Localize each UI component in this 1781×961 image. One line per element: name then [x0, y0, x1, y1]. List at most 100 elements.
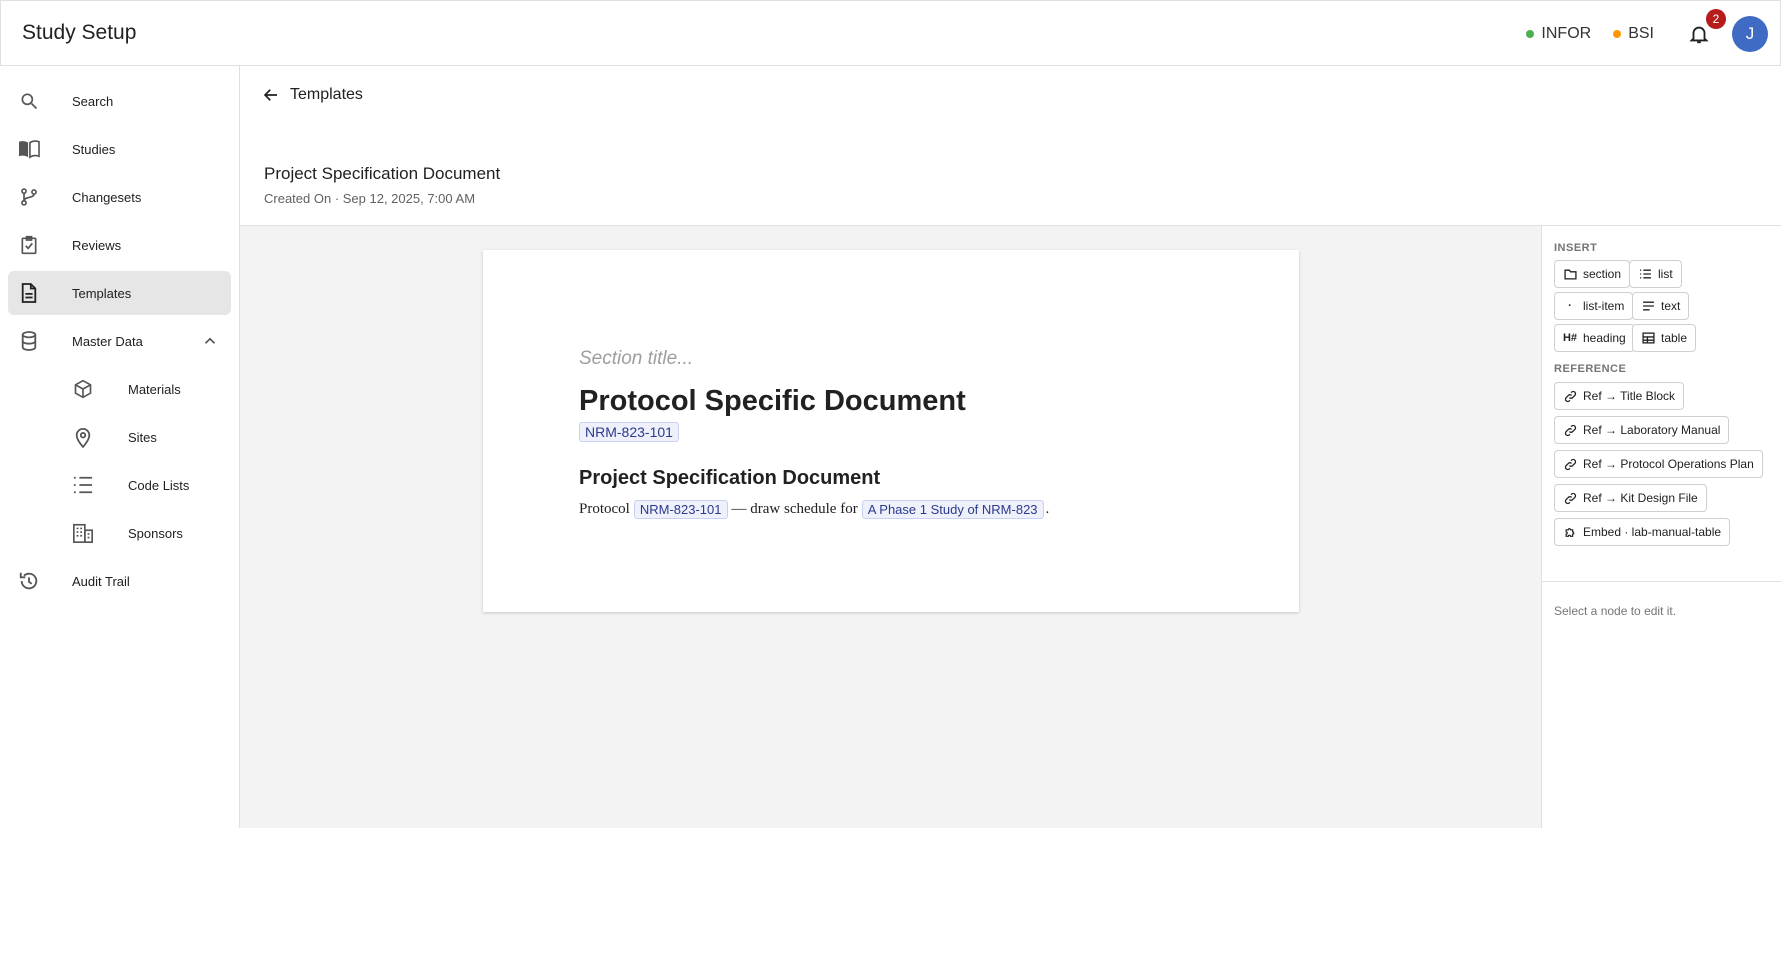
paragraph-text: . [1045, 501, 1050, 517]
back-link-label: Templates [290, 86, 363, 103]
list-icon [72, 474, 94, 496]
sidebar-item-search[interactable]: Search [8, 79, 231, 123]
bell-icon [1689, 26, 1709, 44]
insert-heading-button[interactable]: H# heading [1554, 324, 1635, 352]
back-to-templates-link[interactable]: Templates [262, 86, 363, 104]
button-label: text [1661, 299, 1681, 313]
button-label: list [1658, 267, 1673, 281]
document-paragraph[interactable]: Protocol NRM-823-101 — draw schedule for… [579, 500, 1049, 519]
link-icon [1563, 457, 1577, 471]
ref-laboratory-manual-button[interactable]: Ref → Laboratory Manual [1554, 416, 1730, 444]
insert-text-button[interactable]: text [1632, 292, 1690, 320]
protocol-chip[interactable]: NRM-823-101 [579, 422, 679, 442]
protocol-ref-chip[interactable]: NRM-823-101 [633, 500, 728, 519]
bullet-icon: · [1568, 300, 1572, 312]
paragraph-text: — draw schedule for [731, 501, 858, 517]
arrow-left-icon [263, 89, 277, 101]
sidebar-item-label: Audit Trail [72, 573, 130, 589]
study-title-chip[interactable]: A Phase 1 Study of NRM-823 [861, 500, 1044, 519]
app-title: Study Setup [22, 21, 137, 44]
document-page[interactable]: Section title... Protocol Specific Docum… [483, 250, 1299, 612]
node-editor-hint: Select a node to edit it. [1554, 604, 1677, 618]
sidebar-item-changesets[interactable]: Changesets [8, 175, 231, 219]
heading-icon: H# [1562, 332, 1578, 344]
sidebar-item-templates[interactable]: Templates [8, 271, 231, 315]
sidebar-item-label: Changesets [72, 189, 142, 205]
sidebar-item-studies[interactable]: Studies [8, 127, 231, 171]
sidebar: Search Studies Changesets Reviews Templa… [0, 66, 240, 828]
button-label: Ref → Laboratory Manual [1583, 423, 1721, 437]
insert-table-button[interactable]: table [1632, 324, 1697, 352]
status-dot-icon [1613, 30, 1622, 38]
ref-protocol-operations-plan-button[interactable]: Ref → Protocol Operations Plan [1554, 450, 1763, 478]
page-title: Project Specification Document [264, 164, 501, 183]
insert-panel: INSERT section list · list-item text H# … [1541, 226, 1781, 828]
env-indicator-bsi[interactable]: BSI [1613, 25, 1654, 43]
sidebar-item-audit-trail[interactable]: Audit Trail [8, 559, 231, 603]
sidebar-item-sponsors[interactable]: Sponsors [8, 511, 231, 555]
notification-count-badge: 2 [1706, 9, 1726, 29]
top-app-bar: Study Setup INFOR BSI 2 J [0, 0, 1781, 66]
table-icon [1641, 331, 1655, 345]
sidebar-item-master-data[interactable]: Master Data [8, 319, 231, 363]
ref-kit-design-file-button[interactable]: Ref → Kit Design File [1554, 484, 1707, 512]
history-icon [18, 570, 40, 592]
section-title-placeholder[interactable]: Section title... [579, 348, 693, 370]
insert-list-button[interactable]: list [1629, 260, 1682, 288]
embed-lab-manual-table-button[interactable]: Embed · lab-manual-table [1554, 518, 1731, 546]
sidebar-item-materials[interactable]: Materials [8, 367, 231, 411]
notifications-button[interactable]: 2 [1684, 9, 1726, 49]
link-icon [1563, 491, 1577, 505]
ref-title-block-button[interactable]: Ref → Title Block [1554, 382, 1685, 410]
paragraph-text: Protocol [579, 501, 630, 517]
insert-list-item-button[interactable]: · list-item [1554, 292, 1634, 320]
button-label: table [1661, 331, 1688, 345]
sidebar-item-label: Code Lists [128, 477, 190, 493]
button-label: Ref → Title Block [1583, 389, 1676, 403]
env-indicator-infor[interactable]: INFOR [1526, 25, 1591, 43]
chevron-up-icon[interactable] [201, 332, 219, 350]
text-lines-icon [1641, 299, 1655, 313]
search-icon [18, 90, 40, 112]
document-icon [18, 282, 40, 304]
panel-divider [1542, 581, 1781, 582]
sidebar-item-label: Reviews [72, 237, 122, 253]
sidebar-item-reviews[interactable]: Reviews [8, 223, 231, 267]
insert-section-button[interactable]: section [1554, 260, 1631, 288]
editor-canvas: Section title... Protocol Specific Docum… [240, 226, 1541, 828]
map-pin-icon [72, 426, 94, 448]
top-actions: INFOR BSI 2 J [1526, 9, 1768, 53]
env-label: BSI [1628, 25, 1654, 42]
list-icon [1638, 267, 1652, 281]
sidebar-item-label: Studies [72, 141, 116, 157]
status-dot-icon [1526, 30, 1535, 38]
sidebar-item-label: Sites [128, 429, 157, 445]
building-icon [72, 522, 94, 544]
button-label: Embed · lab-manual-table [1583, 525, 1722, 539]
sidebar-item-label: Search [72, 93, 114, 109]
document-heading-1[interactable]: Protocol Specific Document [579, 385, 966, 418]
book-icon [18, 138, 40, 160]
sidebar-item-label: Master Data [72, 333, 143, 349]
button-label: Ref → Kit Design File [1583, 491, 1698, 505]
reference-section-label: REFERENCE [1554, 363, 1627, 375]
button-label: heading [1583, 331, 1626, 345]
page-header: Templates Project Specification Document… [240, 66, 1781, 226]
sidebar-item-sites[interactable]: Sites [8, 415, 231, 459]
link-icon [1563, 389, 1577, 403]
puzzle-icon [1563, 525, 1577, 539]
sidebar-item-code-lists[interactable]: Code Lists [8, 463, 231, 507]
user-avatar[interactable]: J [1732, 16, 1768, 52]
insert-section-label: INSERT [1554, 242, 1598, 254]
env-label: INFOR [1541, 25, 1592, 42]
clipboard-check-icon [18, 234, 40, 256]
branch-icon [18, 186, 40, 208]
cube-icon [72, 378, 94, 400]
document-heading-2[interactable]: Project Specification Document [579, 467, 880, 490]
sidebar-item-label: Materials [128, 381, 181, 397]
link-icon [1563, 423, 1577, 437]
created-on-meta: Created On · Sep 12, 2025, 7:00 AM [264, 191, 476, 206]
sidebar-item-label: Templates [72, 285, 132, 301]
button-label: Ref → Protocol Operations Plan [1583, 457, 1754, 471]
button-label: section [1583, 267, 1622, 281]
